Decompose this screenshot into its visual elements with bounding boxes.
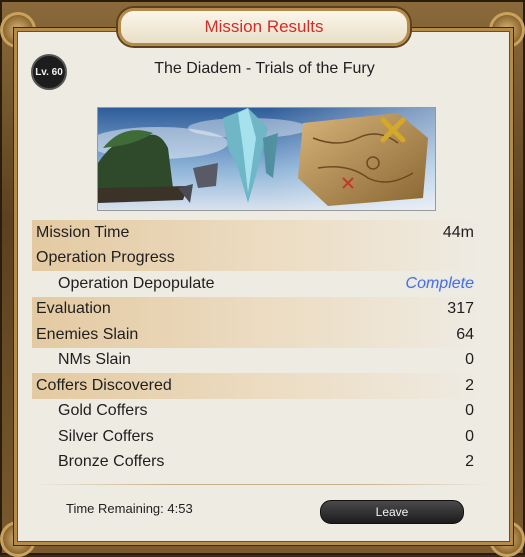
result-row: Enemies Slain 64 <box>32 322 482 348</box>
result-row: NMs Slain 0 <box>32 348 482 374</box>
result-row: Gold Coffers 0 <box>32 399 482 425</box>
result-label: Enemies Slain <box>36 325 139 343</box>
result-value: 0 <box>465 351 474 369</box>
result-value: 2 <box>465 453 474 471</box>
result-value: 2 <box>465 376 474 394</box>
time-remaining: Time Remaining: 4:53 <box>66 501 193 516</box>
window-frame: Mission Results Lv. 60 The Diadem - Tria… <box>0 0 525 557</box>
result-value: 0 <box>465 427 474 445</box>
footer-divider <box>32 484 492 485</box>
result-row: Bronze Coffers 2 <box>32 450 482 476</box>
result-row: Operation Depopulate Complete <box>32 271 482 297</box>
window-title: Mission Results <box>204 17 324 36</box>
result-value: 317 <box>447 300 474 318</box>
duty-banner-image <box>97 107 436 211</box>
status-complete: Complete <box>405 274 474 292</box>
window-title-plate: Mission Results <box>118 8 410 46</box>
result-label: Mission Time <box>36 223 130 241</box>
result-label: Silver Coffers <box>58 427 154 445</box>
result-label: Evaluation <box>36 300 111 318</box>
result-label: Gold Coffers <box>58 402 148 420</box>
duty-banner-art <box>98 108 435 210</box>
result-value: 0 <box>465 402 474 420</box>
result-label: Bronze Coffers <box>58 453 165 471</box>
leave-button-label: Leave <box>375 505 409 519</box>
result-row: Coffers Discovered 2 <box>32 373 482 399</box>
results-list: Mission Time 44m Operation Progress Operati… <box>32 220 482 475</box>
result-label: Operation Progress <box>36 249 175 267</box>
result-row: Evaluation 317 <box>32 296 482 322</box>
result-value: 44m <box>442 223 474 241</box>
result-label: NMs Slain <box>58 351 131 369</box>
leave-button[interactable]: Leave <box>320 500 464 524</box>
result-row: Silver Coffers 0 <box>32 424 482 450</box>
result-row: Operation Progress <box>32 245 482 271</box>
result-row: Mission Time 44m <box>32 220 482 246</box>
result-value: 64 <box>456 325 474 343</box>
result-label: Operation Depopulate <box>58 274 215 292</box>
duty-name: The Diadem - Trials of the Fury <box>154 60 375 77</box>
result-label: Coffers Discovered <box>36 376 172 394</box>
